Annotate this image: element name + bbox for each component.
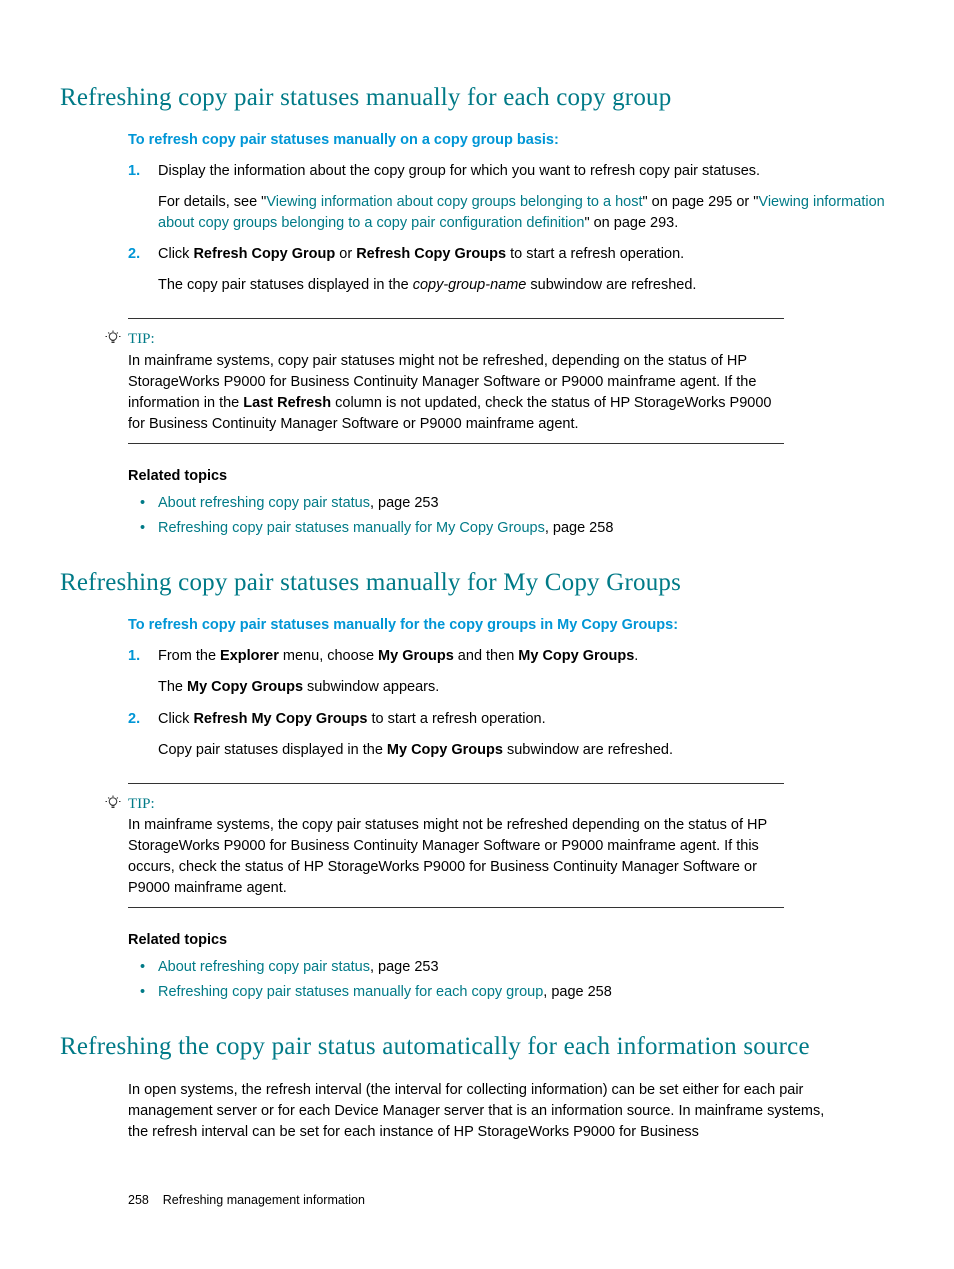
- step-text: Click Refresh My Copy Groups to start a …: [158, 709, 894, 730]
- step-text: Copy pair statuses displayed in the My C…: [158, 740, 894, 761]
- tip-body: In mainframe systems, copy pair statuses…: [128, 351, 784, 435]
- step-text: From the Explorer menu, choose My Groups…: [158, 646, 894, 667]
- step-number: 1.: [128, 646, 140, 667]
- tip-body: In mainframe systems, the copy pair stat…: [128, 815, 784, 899]
- related-item: Refreshing copy pair statuses manually f…: [128, 982, 894, 1003]
- related-item: About refreshing copy pair status, page …: [128, 957, 894, 978]
- related-link[interactable]: Refreshing copy pair statuses manually f…: [158, 984, 543, 1000]
- step-list: 1. Display the information about the cop…: [128, 161, 894, 296]
- step-item: 1. Display the information about the cop…: [128, 161, 894, 234]
- step-item: 2. Click Refresh My Copy Groups to start…: [128, 709, 894, 761]
- tip-label: TIP:: [128, 329, 784, 351]
- cross-ref-link[interactable]: Viewing information about copy groups be…: [266, 194, 642, 210]
- tip-block: TIP: In mainframe systems, the copy pair…: [128, 783, 784, 909]
- related-topics-list: About refreshing copy pair status, page …: [128, 493, 894, 539]
- step-text: Display the information about the copy g…: [158, 161, 894, 182]
- body-paragraph: In open systems, the refresh interval (t…: [128, 1080, 844, 1143]
- section-heading: Refreshing copy pair statuses manually f…: [60, 565, 894, 601]
- instruction-text: To refresh copy pair statuses manually o…: [128, 130, 894, 151]
- step-number: 2.: [128, 709, 140, 730]
- step-number: 2.: [128, 244, 140, 265]
- step-text: The My Copy Groups subwindow appears.: [158, 677, 894, 698]
- related-topics-heading: Related topics: [128, 466, 894, 487]
- step-number: 1.: [128, 161, 140, 182]
- lightbulb-icon: [104, 329, 122, 355]
- footer-title: Refreshing management information: [163, 1193, 365, 1207]
- step-text: Click Refresh Copy Group or Refresh Copy…: [158, 244, 894, 265]
- page-number: 258: [128, 1193, 149, 1207]
- related-link[interactable]: About refreshing copy pair status: [158, 959, 370, 975]
- tip-block: TIP: In mainframe systems, copy pair sta…: [128, 318, 784, 444]
- step-text: The copy pair statuses displayed in the …: [158, 275, 894, 296]
- tip-label: TIP:: [128, 794, 784, 816]
- step-item: 2. Click Refresh Copy Group or Refresh C…: [128, 244, 894, 296]
- related-link[interactable]: Refreshing copy pair statuses manually f…: [158, 520, 545, 536]
- section-heading: Refreshing copy pair statuses manually f…: [60, 80, 894, 116]
- lightbulb-icon: [104, 794, 122, 820]
- related-link[interactable]: About refreshing copy pair status: [158, 495, 370, 511]
- instruction-text: To refresh copy pair statuses manually f…: [128, 615, 894, 636]
- step-item: 1. From the Explorer menu, choose My Gro…: [128, 646, 894, 698]
- page-footer: 258 Refreshing management information: [128, 1191, 894, 1209]
- section-heading: Refreshing the copy pair status automati…: [60, 1029, 894, 1065]
- step-list: 1. From the Explorer menu, choose My Gro…: [128, 646, 894, 760]
- related-topics-list: About refreshing copy pair status, page …: [128, 957, 894, 1003]
- related-topics-heading: Related topics: [128, 930, 894, 951]
- step-text: For details, see "Viewing information ab…: [158, 192, 894, 234]
- related-item: About refreshing copy pair status, page …: [128, 493, 894, 514]
- related-item: Refreshing copy pair statuses manually f…: [128, 518, 894, 539]
